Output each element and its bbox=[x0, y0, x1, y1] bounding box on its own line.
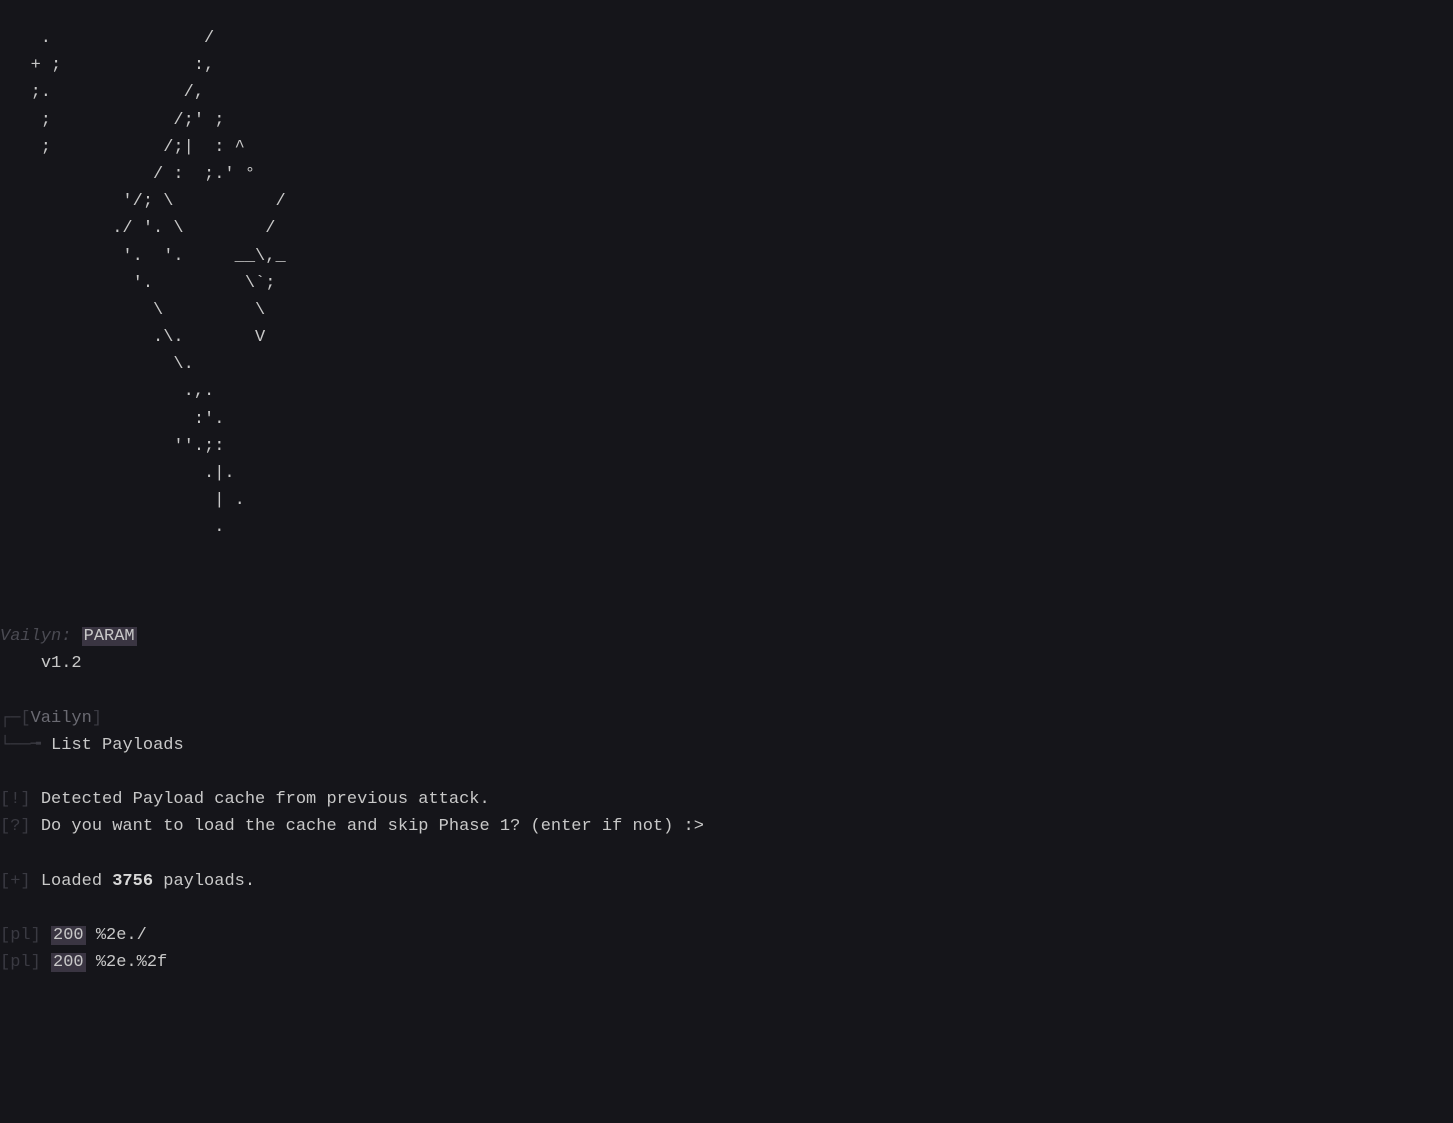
loaded-count: 3756 bbox=[112, 872, 153, 891]
version-text: v1.2 bbox=[41, 654, 82, 673]
detected-message: Detected Payload cache from previous att… bbox=[41, 790, 490, 809]
payload-prefix: [pl] bbox=[0, 926, 41, 945]
box-corner-top-close: ] bbox=[92, 709, 102, 728]
payload-prefix: [pl] bbox=[0, 953, 41, 972]
alert-icon: [!] bbox=[0, 790, 31, 809]
loaded-pre: Loaded bbox=[41, 872, 112, 891]
terminal-output: . / + ; :, ;. /, ; /;' ; ; /;| : ^ / : ;… bbox=[0, 17, 1453, 977]
payload-value: %2e.%2f bbox=[96, 953, 167, 972]
banner-line: Vailyn: PARAM bbox=[0, 627, 137, 646]
question-icon: [?] bbox=[0, 817, 31, 836]
prompt-message[interactable]: Do you want to load the cache and skip P… bbox=[41, 817, 704, 836]
payload-value: %2e./ bbox=[96, 926, 147, 945]
box-line-bottom: └──╼ bbox=[0, 736, 51, 755]
ascii-art: . / + ; :, ;. /, ; /;' ; ; /;| : ^ / : ;… bbox=[0, 29, 286, 537]
app-name: Vailyn: bbox=[0, 627, 71, 646]
status-badge: 200 bbox=[51, 953, 86, 972]
box-corner-top: ┌─[ bbox=[0, 709, 31, 728]
section-subtitle: List Payloads bbox=[51, 736, 184, 755]
loaded-post: payloads. bbox=[153, 872, 255, 891]
plus-icon: [+] bbox=[0, 872, 31, 891]
mode-badge: PARAM bbox=[82, 627, 137, 646]
status-badge: 200 bbox=[51, 926, 86, 945]
section-title: Vailyn bbox=[31, 709, 92, 728]
